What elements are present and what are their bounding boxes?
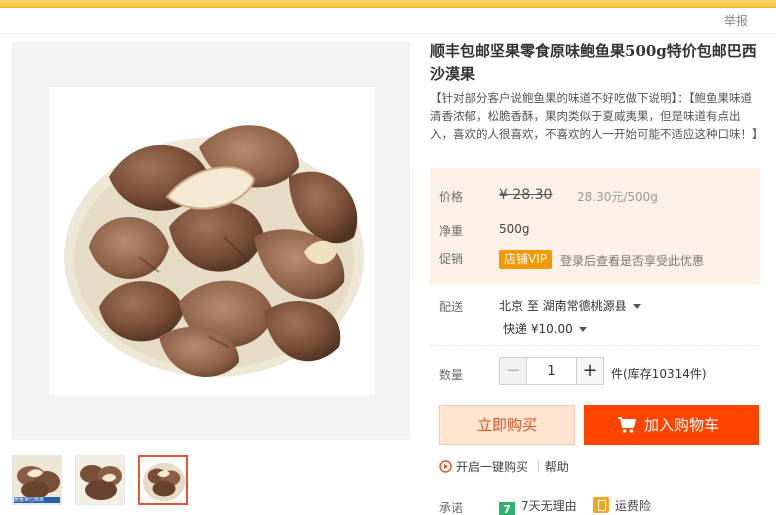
- shipping-insurance[interactable]: 运费险: [593, 497, 651, 514]
- top-banner: [0, 0, 776, 8]
- divider: [0, 33, 776, 34]
- vip-badge: 店铺VIP: [499, 250, 552, 269]
- promise-label: 承诺: [439, 501, 464, 515]
- report-link[interactable]: 举报: [724, 12, 748, 29]
- promotion-label: 促销: [439, 252, 464, 266]
- product-photo: [49, 87, 375, 395]
- thumbnail-label: 鲍鱼果巴西果: [14, 497, 60, 503]
- cart-icon: [618, 417, 636, 433]
- caret-down-icon: [578, 327, 587, 332]
- shipping-route-text: 北京 至 湖南常德桃源县: [499, 299, 627, 313]
- stock-text: 件(库存10314件): [611, 367, 707, 381]
- increase-button[interactable]: +: [576, 358, 603, 384]
- one-click-buy-label: 开启一键购买: [456, 460, 529, 474]
- add-to-cart-button[interactable]: 加入购物车: [584, 405, 759, 445]
- seven-day-return[interactable]: 7 7天无理由: [499, 497, 577, 515]
- shipping-label: 配送: [439, 300, 464, 314]
- product-subtitle: 【针对部分客户说鲍鱼果的味道不好吃做下说明】：【鲍鱼果味道清香浓郁，松脆香酥，果…: [430, 91, 764, 141]
- seven-day-icon: 7: [499, 502, 515, 515]
- quantity-label: 数量: [439, 368, 464, 382]
- insurance-icon: [593, 497, 609, 513]
- play-circle-icon: [439, 460, 452, 473]
- quantity-input[interactable]: [527, 358, 576, 384]
- main-product-image[interactable]: [12, 42, 410, 440]
- one-click-buy-link[interactable]: 开启一键购买: [439, 460, 532, 474]
- divider: [537, 461, 539, 472]
- product-title: 顺丰包邮坚果零食原味鲍鱼果500g特价包邮巴西沙漠果: [430, 42, 757, 83]
- net-weight-value: 500g: [499, 222, 530, 236]
- decrease-button[interactable]: −: [500, 358, 527, 384]
- price-label: 价格: [439, 190, 464, 204]
- unit-price: 28.30元/500g: [577, 190, 658, 204]
- buy-now-button[interactable]: 立即购买: [439, 405, 575, 445]
- thumbnail-1[interactable]: 鲍鱼果巴西果: [12, 455, 62, 505]
- one-click-row: 开启一键购买 帮助: [439, 458, 569, 475]
- seven-day-return-label: 7天无理由: [521, 499, 577, 513]
- thumbnail-3[interactable]: [138, 455, 188, 505]
- shipping-method-text: 快递 ¥10.00: [503, 322, 573, 336]
- divider: [430, 345, 760, 346]
- shipping-method-select[interactable]: 快递 ¥10.00: [503, 320, 587, 337]
- price-panel: 价格 ¥ 28.30 28.30元/500g 净重 500g 促销 店铺VIP …: [430, 168, 760, 285]
- net-weight-label: 净重: [439, 224, 464, 238]
- caret-down-icon: [632, 304, 641, 309]
- original-price: ¥ 28.30: [499, 187, 553, 203]
- shipping-route-select[interactable]: 北京 至 湖南常德桃源县: [499, 297, 641, 314]
- quantity-stepper: − +: [499, 357, 604, 385]
- help-link[interactable]: 帮助: [545, 460, 569, 474]
- shipping-insurance-label: 运费险: [615, 499, 652, 513]
- add-to-cart-label: 加入购物车: [644, 416, 720, 434]
- thumbnail-2[interactable]: [75, 455, 125, 505]
- promotion-login-text[interactable]: 登录后查看是否享受此优惠: [560, 252, 704, 269]
